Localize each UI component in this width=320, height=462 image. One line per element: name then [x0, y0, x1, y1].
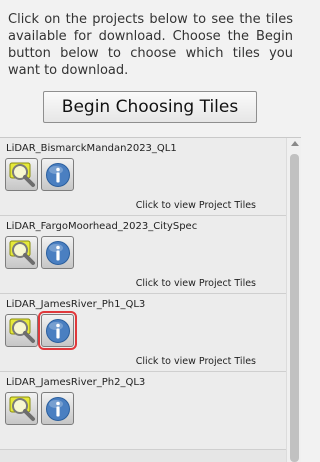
project-item: LiDAR_FargoMoorhead_2023_CitySpec Click …: [0, 216, 286, 294]
zoom-to-project-button[interactable]: [5, 392, 38, 425]
project-buttons: [5, 158, 74, 191]
project-info-button[interactable]: [38, 311, 77, 350]
info-icon: [44, 161, 72, 189]
project-items: LiDAR_BismarckMandan2023_QL1 Click to vi…: [0, 138, 286, 450]
project-item: LiDAR_JamesRiver_Ph2_QL3: [0, 372, 286, 450]
scrollbar[interactable]: [286, 138, 301, 462]
zoom-to-project-button[interactable]: [5, 236, 38, 269]
instructions-text: Click on the projects below to see the t…: [8, 12, 293, 78]
magnifier-zoom-icon: [8, 317, 36, 345]
magnifier-zoom-icon: [8, 239, 36, 267]
project-buttons: [5, 392, 74, 425]
project-info-button[interactable]: [41, 158, 74, 191]
view-project-tiles-link[interactable]: Click to view Project Tiles: [136, 278, 256, 289]
magnifier-zoom-icon: [8, 395, 36, 423]
zoom-to-project-button[interactable]: [5, 158, 38, 191]
info-icon: [44, 239, 72, 267]
view-project-tiles-link[interactable]: Click to view Project Tiles: [136, 356, 256, 367]
project-name: LiDAR_JamesRiver_Ph2_QL3: [6, 377, 146, 388]
scroll-up-arrow-icon[interactable]: [291, 141, 299, 146]
info-icon: [44, 395, 72, 423]
project-list: LiDAR_BismarckMandan2023_QL1 Click to vi…: [0, 137, 301, 462]
project-item: LiDAR_BismarckMandan2023_QL1 Click to vi…: [0, 138, 286, 216]
project-name: LiDAR_BismarckMandan2023_QL1: [6, 143, 177, 154]
zoom-to-project-button[interactable]: [5, 314, 38, 347]
begin-choosing-tiles-button[interactable]: Begin Choosing Tiles: [43, 91, 257, 123]
project-item: LiDAR_JamesRiver_Ph1_QL3 Click to view P…: [0, 294, 286, 372]
project-buttons: [5, 236, 74, 269]
info-icon: [44, 317, 72, 345]
project-info-button[interactable]: [41, 236, 74, 269]
view-project-tiles-link[interactable]: Click to view Project Tiles: [136, 200, 256, 211]
project-info-button[interactable]: [41, 392, 74, 425]
scroll-thumb[interactable]: [290, 154, 299, 462]
project-name: LiDAR_FargoMoorhead_2023_CitySpec: [6, 221, 198, 232]
project-buttons: [5, 311, 77, 350]
magnifier-zoom-icon: [8, 161, 36, 189]
project-name: LiDAR_JamesRiver_Ph1_QL3: [6, 299, 146, 310]
